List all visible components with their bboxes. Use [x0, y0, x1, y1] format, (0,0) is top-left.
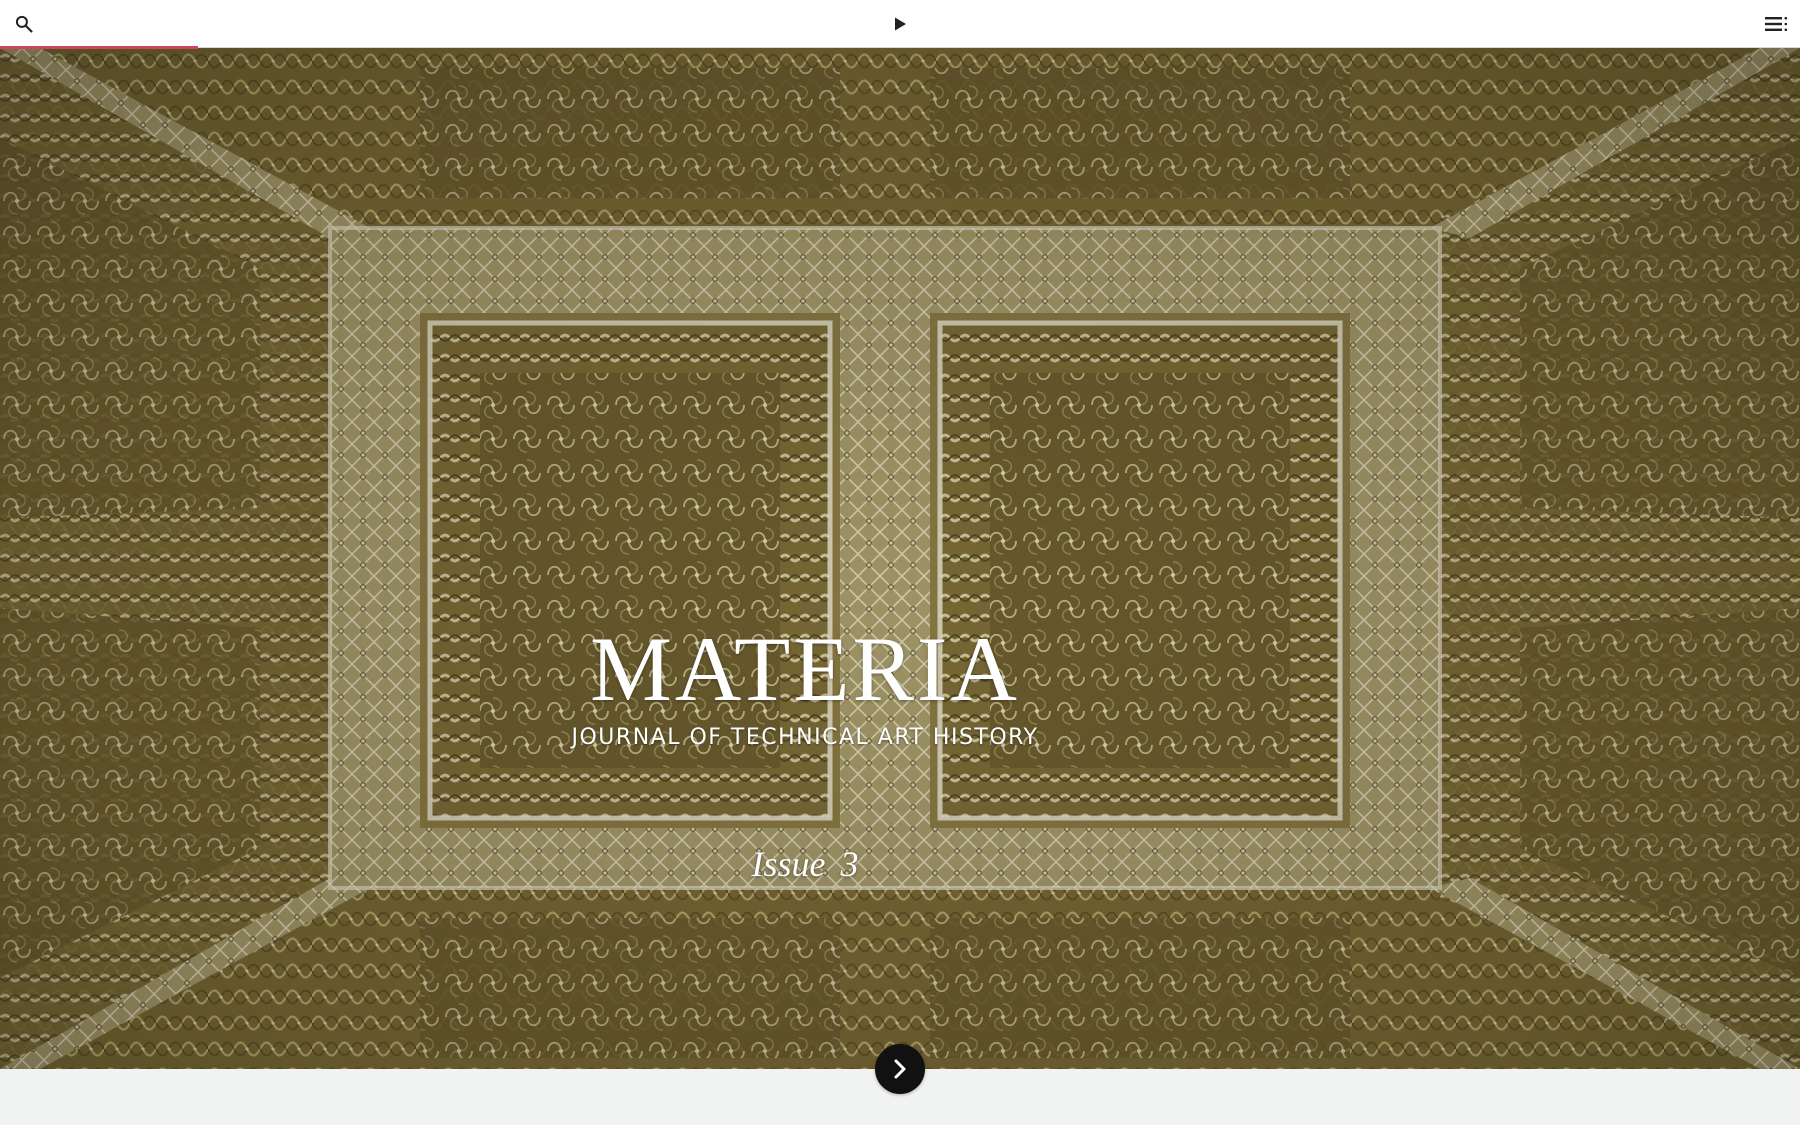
table-of-contents-icon [1765, 16, 1788, 32]
search-button[interactable] [0, 0, 48, 48]
journal-subtitle: JOURNAL OF TECHNICAL ART HISTORY [571, 725, 1039, 750]
top-navigation-bar [0, 0, 1800, 49]
cover-hero: MATERIA JOURNAL OF TECHNICAL ART HISTORY… [0, 48, 1800, 1069]
next-page-button[interactable] [875, 1044, 925, 1094]
reading-progress-bar [0, 46, 198, 49]
table-of-contents-button[interactable] [1752, 0, 1800, 48]
search-icon [15, 15, 33, 33]
journal-title: MATERIA [590, 618, 1020, 720]
hero-shade-overlay [0, 48, 1800, 1069]
play-button[interactable] [876, 0, 924, 48]
journal-masthead: MATERIA JOURNAL OF TECHNICAL ART HISTORY [560, 623, 1050, 750]
chevron-right-icon [894, 1059, 906, 1079]
play-icon [895, 17, 906, 31]
issue-label: Issue 3 [751, 844, 859, 884]
